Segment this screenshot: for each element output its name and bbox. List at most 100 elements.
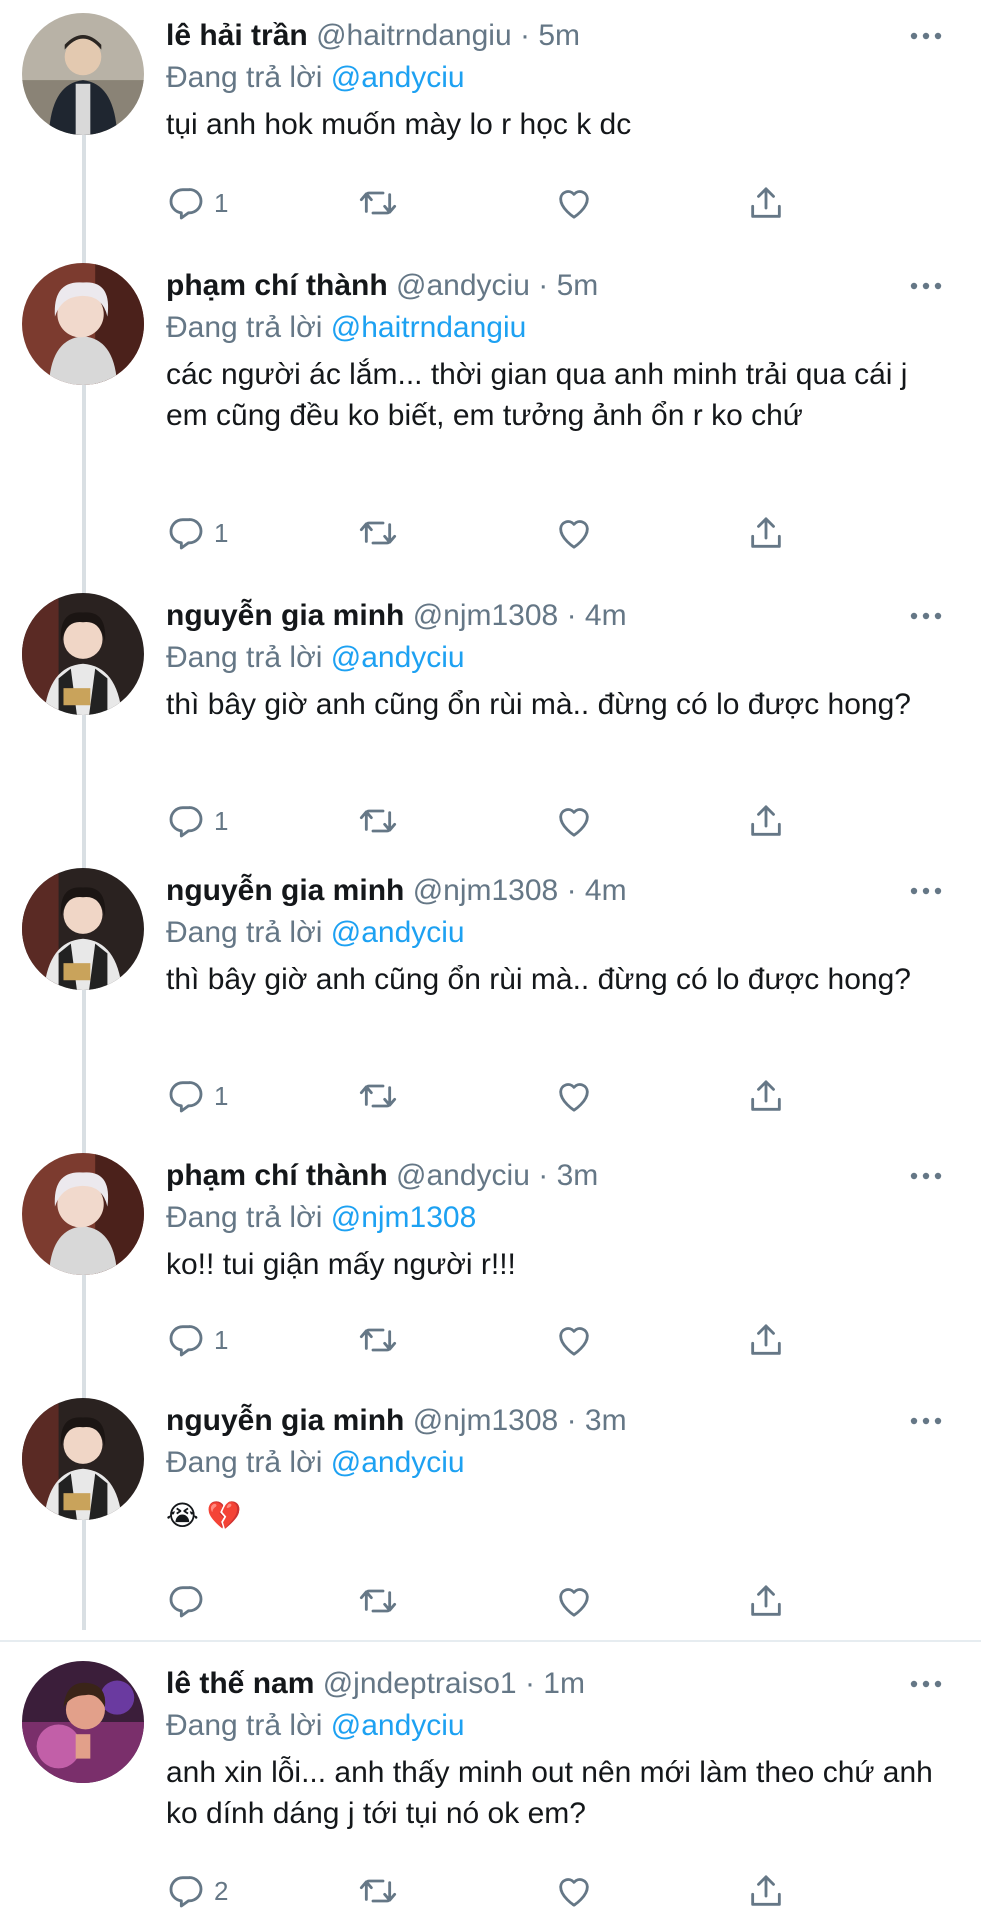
handle[interactable]: @andyciu: [396, 1159, 530, 1192]
mention-link[interactable]: @haitrndangiu: [331, 311, 527, 344]
separator: ·: [558, 599, 585, 632]
retweet-icon: [359, 809, 397, 833]
handle[interactable]: @andyciu: [396, 269, 530, 302]
display-name[interactable]: nguyễn gia minh: [166, 874, 404, 907]
more-icon[interactable]: [909, 27, 943, 45]
display-name[interactable]: nguyễn gia minh: [166, 599, 404, 632]
replying-to: Đang trả lời @andyciu: [166, 1443, 465, 1483]
like-button[interactable]: [554, 1868, 594, 1914]
share-button[interactable]: [746, 1073, 786, 1119]
reply-button[interactable]: 1: [166, 180, 228, 226]
handle[interactable]: @njm1308: [413, 1404, 559, 1437]
avatar[interactable]: [22, 1398, 144, 1520]
timestamp[interactable]: 4m: [585, 874, 627, 907]
share-button[interactable]: [746, 1578, 786, 1624]
reply-icon: [169, 1325, 203, 1357]
display-name[interactable]: lê hải trần: [166, 19, 308, 52]
like-button[interactable]: [554, 1317, 594, 1363]
reply-icon: [169, 1586, 203, 1618]
tweet[interactable]: nguyễn gia minh @njm1308 · 3m Đang trả l…: [0, 1385, 981, 1640]
avatar[interactable]: [22, 1153, 144, 1275]
retweet-button[interactable]: [358, 1317, 398, 1363]
reply-icon: [169, 1876, 203, 1908]
timestamp[interactable]: 5m: [538, 19, 580, 52]
reply-icon: [169, 518, 203, 550]
timestamp[interactable]: 3m: [557, 1159, 599, 1192]
retweet-button[interactable]: [358, 180, 398, 226]
mention-link[interactable]: @andyciu: [331, 61, 465, 94]
tweet-header: phạm chí thành @andyciu · 5m: [166, 268, 598, 304]
tweet[interactable]: lê thế nam @jndeptraiso1 · 1m Đang trả l…: [0, 1648, 981, 1920]
more-icon[interactable]: [909, 882, 943, 900]
mention-link[interactable]: @andyciu: [331, 916, 465, 949]
replying-label: Đang trả lời: [166, 61, 331, 94]
display-name[interactable]: phạm chí thành: [166, 269, 388, 302]
retweet-icon: [359, 191, 397, 215]
mention-link[interactable]: @andyciu: [331, 1709, 465, 1742]
timestamp[interactable]: 3m: [585, 1404, 627, 1437]
handle[interactable]: @njm1308: [413, 874, 559, 907]
reply-button[interactable]: 1: [166, 510, 228, 556]
tweet[interactable]: nguyễn gia minh @njm1308 · 4m Đang trả l…: [0, 855, 981, 1130]
share-button[interactable]: [746, 180, 786, 226]
share-button[interactable]: [746, 1317, 786, 1363]
like-button[interactable]: [554, 798, 594, 844]
retweet-button[interactable]: [358, 510, 398, 556]
handle[interactable]: @haitrndangiu: [316, 19, 512, 52]
like-button[interactable]: [554, 1578, 594, 1624]
share-icon: [751, 517, 781, 548]
reply-button[interactable]: 2: [166, 1868, 228, 1914]
tweet[interactable]: phạm chí thành @andyciu · 3m Đang trả lờ…: [0, 1140, 981, 1385]
mention-link[interactable]: @andyciu: [331, 641, 465, 674]
timestamp[interactable]: 4m: [585, 599, 627, 632]
display-name[interactable]: lê thế nam: [166, 1667, 314, 1700]
more-icon[interactable]: [909, 277, 943, 295]
display-name[interactable]: nguyễn gia minh: [166, 1404, 404, 1437]
mention-link[interactable]: @andyciu: [331, 1446, 465, 1479]
like-button[interactable]: [554, 510, 594, 556]
replying-label: Đang trả lời: [166, 1446, 331, 1479]
reply-button[interactable]: 1: [166, 1073, 228, 1119]
tweet[interactable]: lê hải trần @haitrndangiu · 5m Đang trả …: [0, 0, 981, 245]
replying-label: Đang trả lời: [166, 1709, 331, 1742]
like-button[interactable]: [554, 180, 594, 226]
reply-button[interactable]: 1: [166, 1317, 228, 1363]
retweet-button[interactable]: [358, 798, 398, 844]
replying-to: Đang trả lời @haitrndangiu: [166, 308, 526, 348]
handle[interactable]: @njm1308: [413, 599, 559, 632]
more-icon[interactable]: [909, 1675, 943, 1693]
like-button[interactable]: [554, 1073, 594, 1119]
timestamp[interactable]: 5m: [557, 269, 599, 302]
retweet-icon: [359, 1589, 397, 1613]
tweet-actions: 1: [166, 1317, 806, 1363]
share-button[interactable]: [746, 1868, 786, 1914]
avatar[interactable]: [22, 13, 144, 135]
separator: ·: [558, 874, 585, 907]
share-button[interactable]: [746, 798, 786, 844]
more-icon[interactable]: [909, 1167, 943, 1185]
avatar[interactable]: [22, 1661, 144, 1783]
share-icon: [751, 1875, 781, 1906]
tweet-header: nguyễn gia minh @njm1308 · 4m: [166, 873, 627, 909]
tweet-header: phạm chí thành @andyciu · 3m: [166, 1158, 598, 1194]
display-name[interactable]: phạm chí thành: [166, 1159, 388, 1192]
reply-button[interactable]: 1: [166, 798, 228, 844]
retweet-button[interactable]: [358, 1868, 398, 1914]
more-icon[interactable]: [909, 1412, 943, 1430]
avatar[interactable]: [22, 868, 144, 990]
handle[interactable]: @jndeptraiso1: [323, 1667, 517, 1700]
share-button[interactable]: [746, 510, 786, 556]
tweet-actions: 1: [166, 1073, 806, 1119]
avatar[interactable]: [22, 593, 144, 715]
mention-link[interactable]: @njm1308: [331, 1201, 477, 1234]
retweet-button[interactable]: [358, 1578, 398, 1624]
reply-button[interactable]: [166, 1578, 214, 1624]
avatar[interactable]: [22, 263, 144, 385]
timestamp[interactable]: 1m: [543, 1667, 585, 1700]
retweet-button[interactable]: [358, 1073, 398, 1119]
tweet[interactable]: nguyễn gia minh @njm1308 · 4m Đang trả l…: [0, 580, 981, 855]
more-icon[interactable]: [909, 607, 943, 625]
replying-to: Đang trả lời @andyciu: [166, 913, 465, 953]
tweet[interactable]: phạm chí thành @andyciu · 5m Đang trả lờ…: [0, 250, 981, 580]
separator: ·: [516, 1667, 544, 1700]
